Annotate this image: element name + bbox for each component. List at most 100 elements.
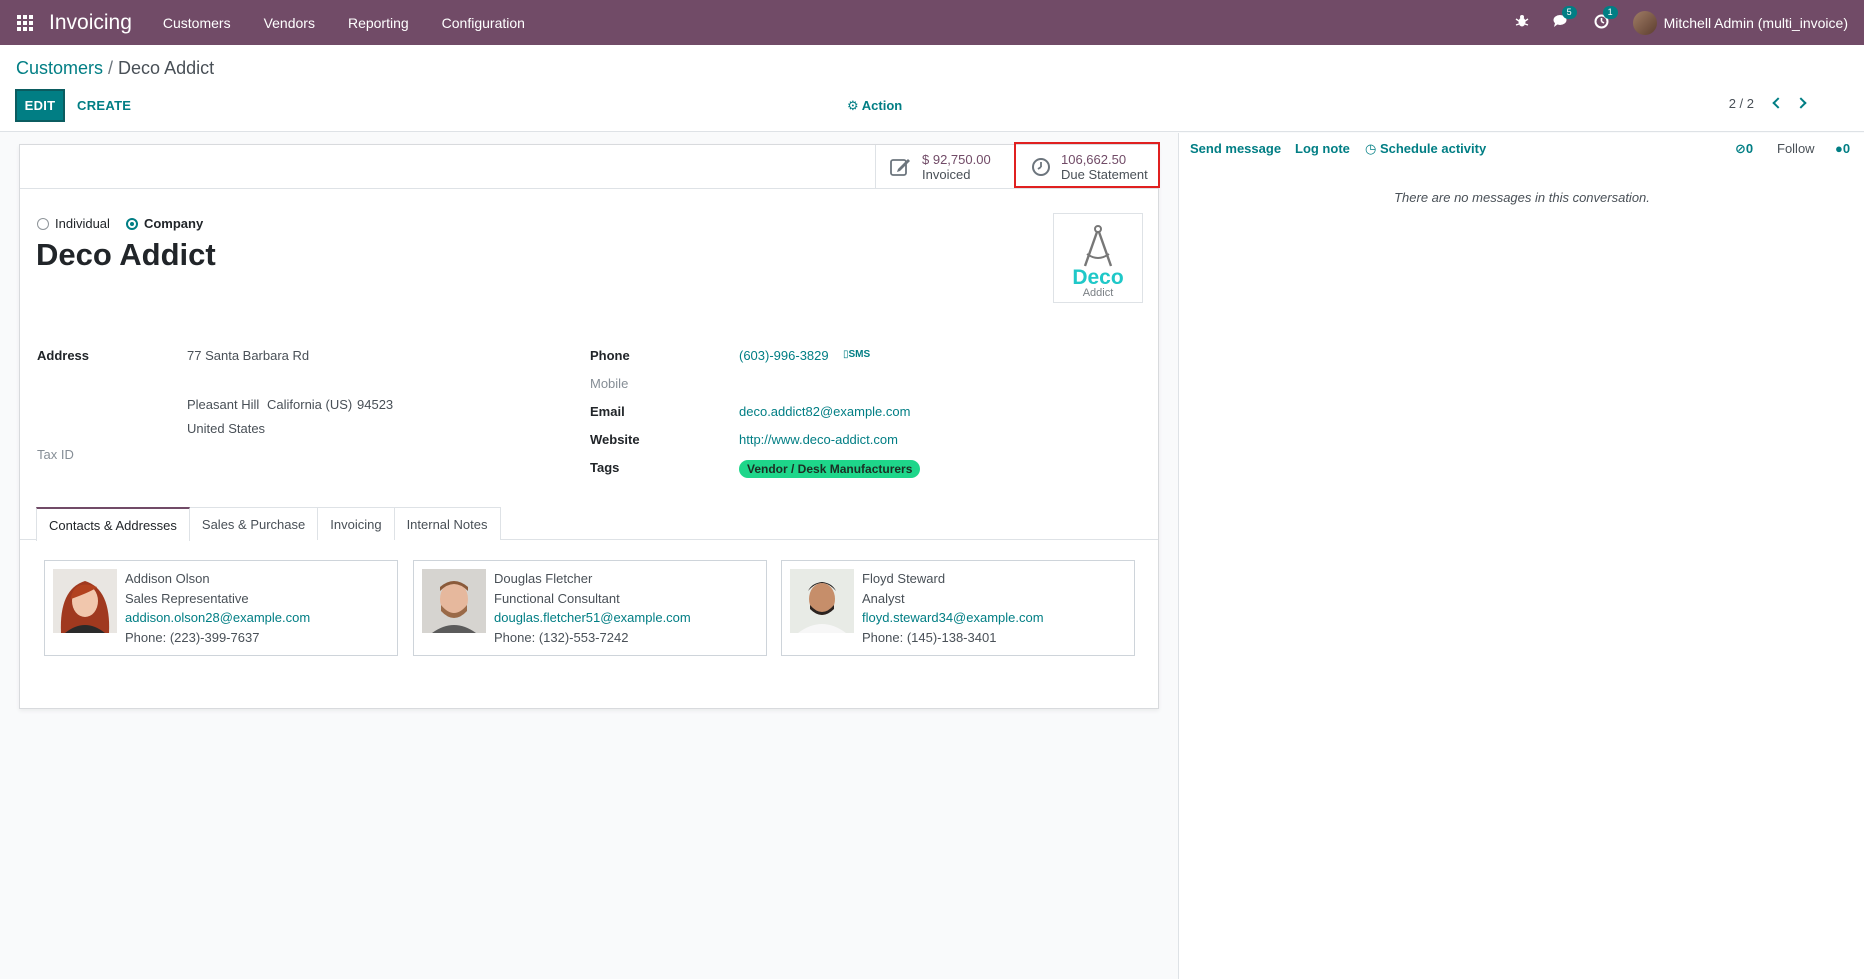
breadcrumb: Customers / Deco Addict (16, 58, 214, 79)
radio-individual[interactable] (37, 217, 49, 230)
clock-icon: ◷ (1365, 141, 1377, 156)
contact-phone: Phone: (145)-138-3401 (862, 629, 997, 645)
email-field[interactable]: deco.addict82@example.com (739, 404, 910, 419)
zip-field[interactable]: 94523 (357, 397, 393, 412)
contact-name: Floyd Steward (862, 571, 946, 586)
top-navbar: Invoicing Customers Vendors Reporting Co… (0, 0, 1864, 45)
pager-value[interactable]: 2 / 2 (1729, 96, 1754, 111)
gear-icon: ⚙ (847, 98, 859, 113)
action-menu-button[interactable]: ⚙ Action (847, 98, 902, 114)
pager-previous-button[interactable] (1768, 93, 1784, 113)
due-statement-value: 106,662.50 (1061, 152, 1127, 167)
form-sheet: $ 92,750.00 Invoiced 106,662.50 Due Stat… (19, 144, 1159, 709)
menu-customers[interactable]: Customers (163, 15, 231, 31)
partner-logo[interactable]: Deco Addict (1053, 213, 1143, 303)
tab-sales-purchase[interactable]: Sales & Purchase (188, 507, 319, 540)
follow-button[interactable]: Follow (1777, 141, 1815, 156)
bug-icon[interactable] (1515, 14, 1529, 31)
website-field[interactable]: http://www.deco-addict.com (739, 432, 898, 447)
partner-name: Deco Addict (36, 237, 216, 272)
control-panel: Customers / Deco Addict EDIT CREATE ⚙ Acti… (0, 45, 1864, 132)
sms-label: SMS (848, 349, 871, 360)
sms-button[interactable]: ▯SMS (843, 349, 870, 360)
tab-contacts-addresses[interactable]: Contacts & Addresses (36, 507, 190, 541)
user-avatar[interactable] (1632, 10, 1657, 35)
tab-invoicing[interactable]: Invoicing (317, 507, 395, 540)
contact-phone: Phone: (132)-553-7242 (494, 629, 629, 645)
tab-internal-notes[interactable]: Internal Notes (393, 507, 501, 540)
followers-button[interactable]: ●0 (1835, 141, 1850, 156)
user-menu[interactable]: Mitchell Admin (multi_invoice) (1664, 15, 1848, 31)
city-field[interactable]: Pleasant Hill (187, 397, 259, 412)
email-label: Email (590, 404, 625, 419)
attachments-button[interactable]: ⊘0 (1735, 141, 1753, 157)
radio-company-label[interactable]: Company (144, 216, 203, 231)
radio-individual-label[interactable]: Individual (55, 216, 110, 231)
contact-avatar (422, 569, 486, 633)
app-name[interactable]: Invoicing (49, 11, 132, 35)
schedule-activity-button[interactable]: ◷ Schedule activity (1365, 141, 1486, 157)
menu-reporting[interactable]: Reporting (348, 15, 409, 31)
chevron-left-icon (1772, 97, 1784, 109)
tags-label: Tags (590, 460, 620, 475)
messages-icon[interactable]: 5 (1553, 6, 1577, 31)
invoiced-label: Invoiced (922, 167, 971, 182)
tag-badge[interactable]: Vendor / Desk Manufacturers (739, 460, 921, 478)
activities-badge: 1 (1602, 5, 1618, 19)
phone-field[interactable]: (603)-996-3829 (739, 348, 829, 363)
breadcrumb-separator: / (108, 58, 114, 78)
menu-vendors[interactable]: Vendors (264, 15, 315, 31)
no-messages-text: There are no messages in this conversati… (1394, 190, 1650, 205)
contact-email[interactable]: floyd.steward34@example.com (862, 608, 1044, 628)
action-label: Action (861, 98, 903, 113)
contact-function: Sales Representative (125, 590, 249, 606)
due-statement-label: Due Statement (1061, 167, 1148, 182)
schedule-activity-label: Schedule activity (1379, 141, 1487, 156)
edit-button[interactable]: EDIT (15, 89, 65, 122)
followers-count: 0 (1842, 141, 1851, 156)
street-field[interactable]: 77 Santa Barbara Rd (187, 348, 309, 363)
apps-icon[interactable] (17, 14, 33, 31)
contact-phone: Phone: (223)-399-7637 (125, 629, 260, 645)
website-label: Website (590, 432, 640, 447)
compass-logo-icon (1083, 225, 1113, 267)
breadcrumb-customers[interactable]: Customers (16, 58, 103, 78)
messages-badge: 5 (1561, 6, 1577, 19)
paperclip-icon: ⊘ (1735, 141, 1746, 156)
due-statement-smart-button[interactable]: 106,662.50 Due Statement (1015, 145, 1158, 189)
contact-avatar (53, 569, 117, 633)
phone-label: Phone (590, 348, 630, 363)
contact-email[interactable]: douglas.fletcher51@example.com (494, 608, 691, 628)
country-field[interactable]: United States (187, 421, 265, 436)
contact-function: Analyst (862, 590, 905, 606)
contact-avatar (790, 569, 854, 633)
contact-email[interactable]: addison.olson28@example.com (125, 608, 310, 628)
user-icon: ● (1835, 141, 1843, 156)
activity-clock-icon[interactable]: 1 (1594, 5, 1618, 32)
invoiced-value: $ 92,750.00 (922, 152, 991, 167)
contact-name: Douglas Fletcher (494, 571, 593, 586)
attachments-count: 0 (1745, 141, 1754, 156)
contact-card[interactable]: Floyd Steward Analyst floyd.steward34@ex… (781, 560, 1135, 656)
chevron-right-icon (1795, 97, 1807, 109)
contact-card[interactable]: Addison Olson Sales Representative addis… (44, 560, 398, 656)
menu-configuration[interactable]: Configuration (442, 15, 525, 31)
contact-function: Functional Consultant (494, 590, 620, 606)
log-note-button[interactable]: Log note (1295, 141, 1350, 156)
contact-card[interactable]: Douglas Fletcher Functional Consultant d… (413, 560, 767, 656)
chatter-panel: Send message Log note ◷ Schedule activit… (1178, 133, 1864, 979)
breadcrumb-current: Deco Addict (118, 58, 215, 78)
tax-id-label: Tax ID (37, 447, 74, 462)
pager-next-button[interactable] (1795, 93, 1811, 113)
create-button[interactable]: CREATE (77, 98, 131, 113)
invoiced-smart-button[interactable]: $ 92,750.00 Invoiced (875, 145, 1015, 189)
radio-company[interactable] (125, 217, 138, 230)
send-message-button[interactable]: Send message (1190, 141, 1281, 156)
state-field[interactable]: California (US) (267, 397, 352, 412)
contact-name: Addison Olson (125, 571, 210, 586)
logo-word: Deco (1072, 266, 1124, 289)
company-type-radio: Individual Company (37, 216, 219, 231)
smart-button-box: $ 92,750.00 Invoiced 106,662.50 Due Stat… (20, 145, 1158, 189)
notebook-tabs: Contacts & Addresses Sales & Purchase In… (36, 507, 501, 541)
mobile-label: Mobile (590, 376, 629, 391)
